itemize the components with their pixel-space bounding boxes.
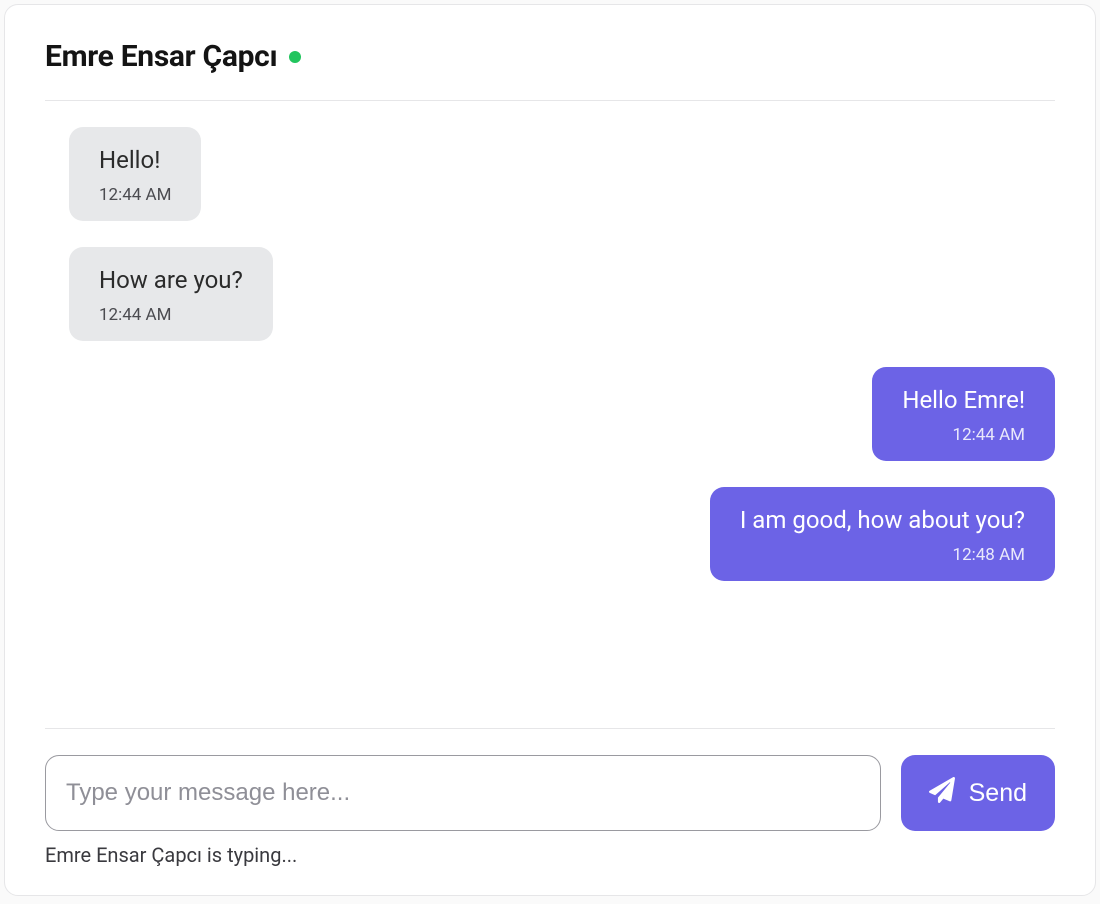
message-row: I am good, how about you? 12:48 AM <box>69 487 1055 581</box>
send-button[interactable]: Send <box>901 755 1055 831</box>
message-timestamp: 12:44 AM <box>902 425 1025 445</box>
message-row: How are you? 12:44 AM <box>69 247 1055 341</box>
paper-plane-icon <box>929 777 955 810</box>
message-bubble-sent: Hello Emre! 12:44 AM <box>872 367 1055 461</box>
composer: Send <box>45 755 1055 831</box>
message-text: I am good, how about you? <box>740 505 1025 535</box>
chat-header: Emre Ensar Çapcı <box>45 39 1055 101</box>
message-timestamp: 12:44 AM <box>99 185 171 205</box>
message-list: Hello! 12:44 AM How are you? 12:44 AM He… <box>45 101 1055 728</box>
message-row: Hello! 12:44 AM <box>69 127 1055 221</box>
message-bubble-received: How are you? 12:44 AM <box>69 247 273 341</box>
send-button-label: Send <box>969 779 1027 808</box>
chat-card: Emre Ensar Çapcı Hello! 12:44 AM How are… <box>4 4 1096 896</box>
message-timestamp: 12:48 AM <box>740 545 1025 565</box>
message-bubble-received: Hello! 12:44 AM <box>69 127 201 221</box>
message-row: Hello Emre! 12:44 AM <box>69 367 1055 461</box>
message-text: How are you? <box>99 265 243 295</box>
message-timestamp: 12:44 AM <box>99 305 243 325</box>
composer-area: Send Emre Ensar Çapcı is typing... <box>45 728 1055 867</box>
online-status-icon <box>289 51 301 63</box>
contact-name: Emre Ensar Çapcı <box>45 39 277 74</box>
message-text: Hello! <box>99 145 171 175</box>
message-bubble-sent: I am good, how about you? 12:48 AM <box>710 487 1055 581</box>
message-input[interactable] <box>45 755 881 831</box>
typing-indicator: Emre Ensar Çapcı is typing... <box>45 843 1055 867</box>
message-text: Hello Emre! <box>902 385 1025 415</box>
